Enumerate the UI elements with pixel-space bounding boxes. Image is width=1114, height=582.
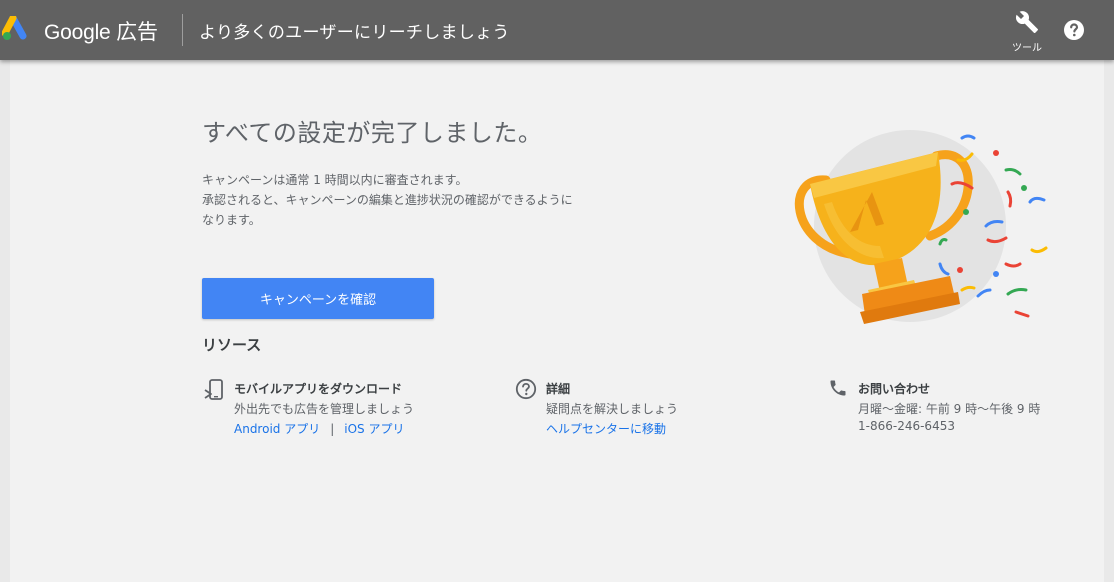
link-separator: |: [330, 422, 335, 436]
google-ads-logo-icon[interactable]: [2, 16, 32, 42]
header-divider: [182, 14, 183, 46]
resource-details: 詳細 疑問点を解決しましょう ヘルプセンターに移動: [515, 378, 735, 442]
description-line: なります。: [202, 213, 261, 227]
resource-subtitle: 疑問点を解決しましょう: [546, 402, 679, 416]
tools-button[interactable]: ツール: [1006, 6, 1048, 54]
app-links: Android アプリ | iOS アプリ: [234, 420, 404, 437]
resource-title: 詳細: [546, 382, 571, 396]
support-hours: 月曜〜金曜: 午前 9 時〜午後 9 時: [858, 402, 1041, 416]
review-campaign-button[interactable]: キャンペーンを確認: [202, 278, 434, 319]
support-phone-number: 1-866-246-6453: [858, 419, 955, 433]
left-margin: [0, 60, 10, 582]
app-header: Google 広告 より多くのユーザーにリーチしましょう ツール: [0, 0, 1114, 60]
help-center-link[interactable]: ヘルプセンターに移動: [546, 420, 666, 437]
help-button[interactable]: [1062, 18, 1086, 42]
trophy-illustration: [794, 130, 1048, 324]
resource-mobile-app: モバイルアプリをダウンロード 外出先でも広告を管理しましょう Android ア…: [204, 378, 464, 442]
resource-subtitle: 外出先でも広告を管理しましょう: [234, 402, 415, 416]
phone-icon: [830, 380, 846, 396]
ios-app-link[interactable]: iOS アプリ: [344, 422, 404, 436]
brand-name[interactable]: Google 広告: [44, 16, 158, 46]
resource-title: モバイルアプリをダウンロード: [234, 382, 403, 396]
header-tagline: より多くのユーザーにリーチしましょう: [199, 23, 510, 43]
resources-heading: リソース: [202, 336, 262, 354]
android-app-link[interactable]: Android アプリ: [234, 422, 320, 436]
resource-title: お問い合わせ: [858, 382, 931, 396]
help-icon: [1064, 20, 1084, 40]
description-line: キャンペーンは通常 1 時間以内に審査されます。: [202, 173, 468, 187]
description-line: 承認されると、キャンペーンの編集と進捗状況の確認ができるように: [202, 193, 573, 207]
wrench-icon: [1015, 11, 1038, 33]
resource-contact: お問い合わせ 月曜〜金曜: 午前 9 時〜午後 9 時 1-866-246-64…: [828, 378, 1058, 442]
right-margin: [1104, 60, 1114, 582]
mobile-app-icon: [204, 379, 223, 400]
completion-description: キャンペーンは通常 1 時間以内に審査されます。 承認されると、キャンペーンの編…: [202, 170, 622, 230]
tools-label: ツール: [1012, 43, 1042, 54]
page-title: すべての設定が完了しました。: [202, 119, 543, 147]
help-circle-icon: [515, 378, 537, 400]
